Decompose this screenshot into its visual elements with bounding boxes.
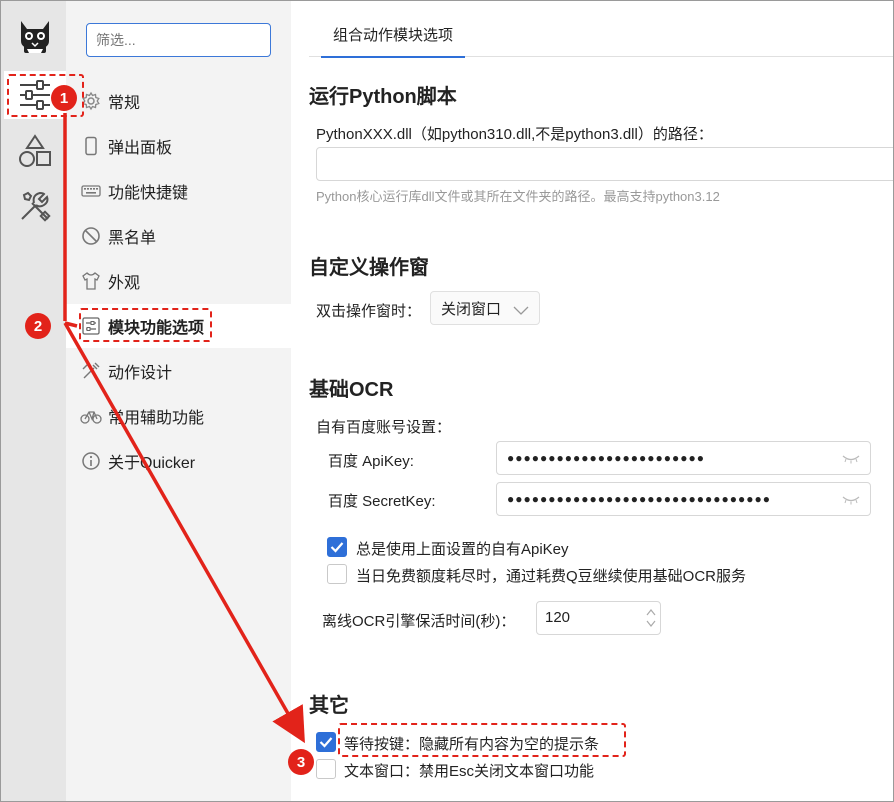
tools-icon[interactable] xyxy=(13,186,57,226)
check-icon xyxy=(319,737,333,748)
free-quota-label: 当日免费额度耗尽时，通过耗费Q豆继续使用基础OCR服务 xyxy=(356,568,747,585)
wait-key-checkbox[interactable] xyxy=(316,732,336,752)
python-path-input[interactable] xyxy=(316,147,893,181)
python-path-hint: Python核心运行库dll文件或其所在文件夹的路径。最高支持python3.1… xyxy=(316,189,720,204)
nav-item-about[interactable]: 关于Quicker xyxy=(66,439,291,483)
always-use-apikey-label: 总是使用上面设置的自有ApiKey xyxy=(356,541,569,558)
ban-icon xyxy=(80,225,102,247)
nav-item-general[interactable]: 常规 xyxy=(66,79,291,123)
filter-input[interactable] xyxy=(86,23,271,57)
shapes-icon[interactable] xyxy=(13,131,57,171)
chevron-down-icon xyxy=(513,303,529,320)
nav-item-action-design[interactable]: 动作设计 xyxy=(66,349,291,393)
section-title-other: 其它 xyxy=(309,695,349,717)
nav-label: 外观 xyxy=(108,275,141,292)
nav-label: 功能快捷键 xyxy=(108,185,189,202)
secretkey-label: 百度 SecretKey: xyxy=(328,493,436,510)
settings-window: 常规 弹出面板 功能快捷键 黑名单 外观 xyxy=(0,0,894,802)
nav-item-module-options[interactable]: 模块功能选项 xyxy=(66,304,291,348)
apikey-label: 百度 ApiKey: xyxy=(328,453,414,470)
section-title-python: 运行Python脚本 xyxy=(309,86,457,108)
free-quota-checkbox[interactable] xyxy=(327,564,347,584)
keyboard-icon xyxy=(80,180,102,202)
keepalive-label: 离线OCR引擎保活时间(秒)： xyxy=(322,613,516,630)
nav-label: 弹出面板 xyxy=(108,140,173,157)
phone-icon xyxy=(80,135,102,157)
eye-closed-icon[interactable] xyxy=(842,452,860,464)
check-icon xyxy=(330,542,344,553)
tab-composite-module-options[interactable]: 组合动作模块选项 xyxy=(321,24,466,58)
nav-label: 动作设计 xyxy=(108,365,173,382)
tab-bar: 组合动作模块选项 xyxy=(309,15,893,58)
dblclick-label: 双击操作窗时： xyxy=(316,303,422,320)
eye-closed-icon[interactable] xyxy=(842,493,860,505)
apikey-value: ●●●●●●●●●●●●●●●●●●●●●●●● xyxy=(507,451,705,465)
icon-rail xyxy=(1,1,66,801)
info-icon xyxy=(80,450,102,472)
nav-label: 常用辅助功能 xyxy=(108,410,205,427)
secretkey-value: ●●●●●●●●●●●●●●●●●●●●●●●●●●●●●●●● xyxy=(507,492,771,506)
baidu-settings-label: 自有百度账号设置： xyxy=(316,419,452,436)
nav-item-shortcut-keys[interactable]: 功能快捷键 xyxy=(66,169,291,213)
nav-item-common-assist[interactable]: 常用辅助功能 xyxy=(66,394,291,438)
nav-item-appearance[interactable]: 外观 xyxy=(66,259,291,303)
design-icon xyxy=(80,360,102,382)
nav-label: 关于Quicker xyxy=(108,455,196,472)
shirt-icon xyxy=(80,270,102,292)
bicycle-icon xyxy=(80,405,102,427)
text-window-checkbox[interactable] xyxy=(316,759,336,779)
nav-label: 黑名单 xyxy=(108,230,157,247)
spinner-arrows-icon[interactable] xyxy=(646,607,656,641)
nav-item-blacklist[interactable]: 黑名单 xyxy=(66,214,291,258)
gear-icon xyxy=(80,90,102,112)
sliders-small-icon xyxy=(80,315,102,337)
cat-logo-icon[interactable] xyxy=(13,15,57,55)
nav-label: 模块功能选项 xyxy=(108,320,205,337)
wait-key-label: 等待按键：隐藏所有内容为空的提示条 xyxy=(344,736,600,753)
sliders-icon[interactable] xyxy=(13,75,57,115)
apikey-input[interactable]: ●●●●●●●●●●●●●●●●●●●●●●●● xyxy=(496,441,871,475)
settings-nav: 常规 弹出面板 功能快捷键 黑名单 外观 xyxy=(66,1,291,801)
nav-label: 常规 xyxy=(108,95,141,112)
settings-content: 组合动作模块选项 运行Python脚本 PythonXXX.dll（如pytho… xyxy=(291,1,893,801)
nav-item-popup-panel[interactable]: 弹出面板 xyxy=(66,124,291,168)
keepalive-spinner[interactable]: 120 xyxy=(536,601,661,635)
dblclick-action-select[interactable]: 关闭窗口 xyxy=(430,291,540,325)
always-use-apikey-checkbox[interactable] xyxy=(327,537,347,557)
dblclick-action-value: 关闭窗口 xyxy=(441,300,502,318)
section-title-ocr: 基础OCR xyxy=(309,379,394,401)
text-window-label: 文本窗口：禁用Esc关闭文本窗口功能 xyxy=(344,763,595,780)
keepalive-value: 120 xyxy=(545,609,571,626)
section-title-custom-window: 自定义操作窗 xyxy=(309,257,429,279)
python-path-label: PythonXXX.dll（如python310.dll,不是python3.d… xyxy=(316,126,713,143)
secretkey-input[interactable]: ●●●●●●●●●●●●●●●●●●●●●●●●●●●●●●●● xyxy=(496,482,871,516)
